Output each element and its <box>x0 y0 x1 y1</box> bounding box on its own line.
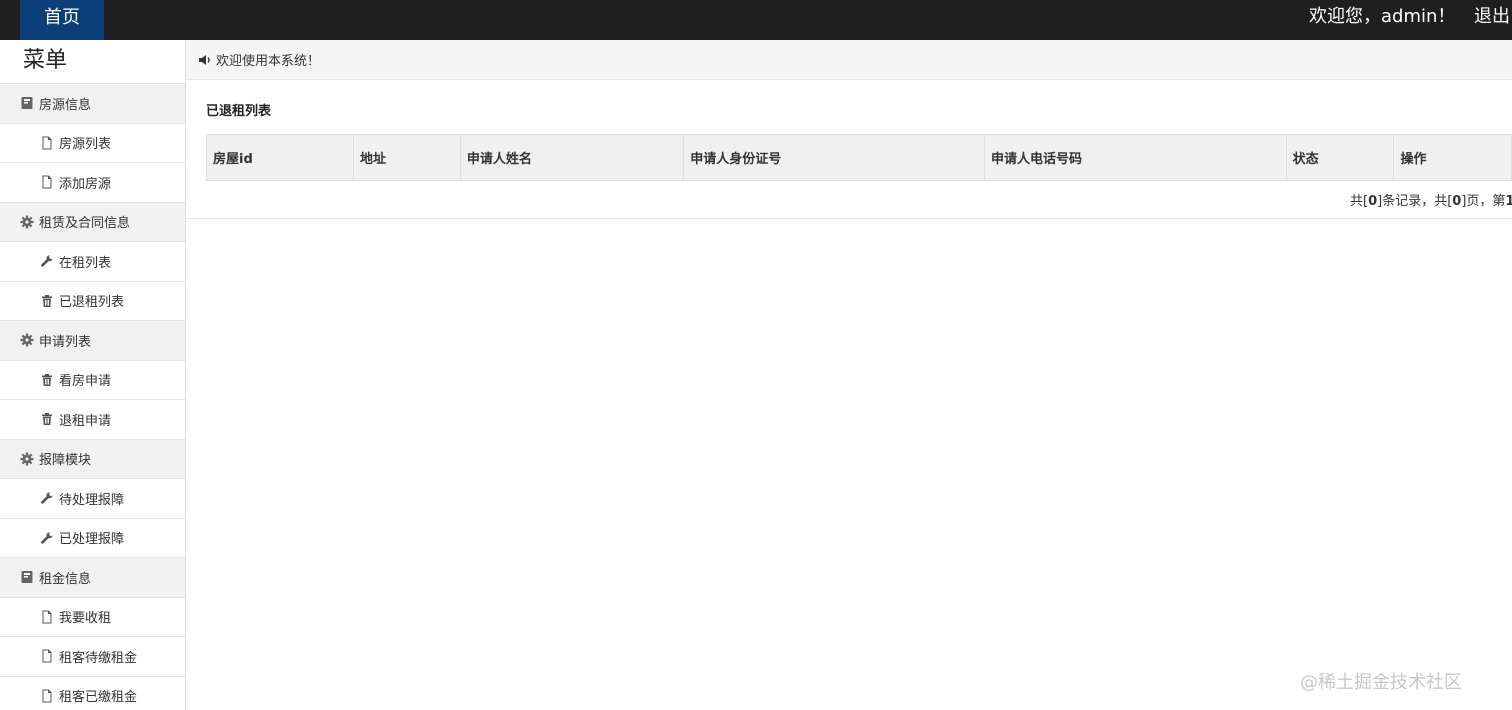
welcome-text: 欢迎您，admin！ <box>1309 6 1456 27</box>
column-header-actions: 操作 <box>1393 134 1512 181</box>
gear-icon <box>20 333 34 347</box>
book-icon <box>20 96 34 110</box>
wrench-icon <box>40 531 54 545</box>
file-icon <box>40 689 54 703</box>
book-icon <box>20 570 34 584</box>
nav-home-tab[interactable]: 首页 <box>20 0 104 40</box>
sidebar-item-11[interactable]: 已处理报障 <box>0 518 185 558</box>
sidebar-title: 菜单 <box>0 40 185 84</box>
sidebar-item-7[interactable]: 看房申请 <box>0 360 185 400</box>
sidebar-item-label: 在租列表 <box>59 255 112 271</box>
column-header-address: 地址 <box>353 134 461 181</box>
sidebar-item-8[interactable]: 退租申请 <box>0 400 185 440</box>
sidebar-item-15[interactable]: 租客已缴租金 <box>0 676 185 710</box>
sidebar-group-0[interactable]: 房源信息 <box>0 84 185 124</box>
trash-icon <box>40 412 54 426</box>
trash-icon <box>40 294 54 308</box>
sidebar-item-label: 租客已缴租金 <box>59 690 138 706</box>
main-content: 欢迎使用本系统！ 已退租列表 房屋id 地址 申请人姓名 申请人身份证号 申请人… <box>186 40 1512 710</box>
sidebar-item-label: 租客待缴租金 <box>59 650 138 666</box>
sidebar-item-label: 报障模块 <box>39 453 92 469</box>
sidebar-group-3[interactable]: 租赁及合同信息 <box>0 202 185 242</box>
speaker-icon <box>198 53 212 67</box>
wrench-icon <box>40 491 54 505</box>
column-header-applicant-name: 申请人姓名 <box>459 134 685 181</box>
gear-icon <box>20 215 34 229</box>
sidebar-group-6[interactable]: 申请列表 <box>0 321 185 361</box>
logout-link[interactable]: 退出 <box>1474 0 1510 40</box>
sidebar: 菜单 房源信息房源列表添加房源租赁及合同信息 在租列表已退租列表申请列表看房申请退… <box>0 40 186 710</box>
sidebar-item-5[interactable]: 已退租列表 <box>0 281 185 321</box>
sidebar-item-label: 看房申请 <box>59 374 112 390</box>
column-header-house-id: 房屋id <box>206 134 354 181</box>
pager-current-page: 1 <box>1505 194 1512 209</box>
sidebar-item-label: 租金信息 <box>39 571 92 587</box>
sidebar-item-label: 租赁及合同信息 <box>39 216 131 232</box>
file-icon <box>40 136 54 150</box>
sidebar-item-13[interactable]: 我要收租 <box>0 597 185 637</box>
sidebar-item-label: 已退租列表 <box>59 295 125 311</box>
sidebar-group-9[interactable]: 报障模块 <box>0 439 185 479</box>
sidebar-item-2[interactable]: 添加房源 <box>0 163 185 203</box>
sidebar-item-4[interactable]: 在租列表 <box>0 242 185 282</box>
wrench-icon <box>40 254 54 268</box>
pager-text-1: ]条记录，共[ <box>1377 194 1453 209</box>
column-header-applicant-phone: 申请人电话号码 <box>983 134 1287 181</box>
pager-record-count: 0 <box>1368 194 1378 209</box>
gear-icon <box>20 452 34 466</box>
notice-text: 欢迎使用本系统！ <box>216 54 321 69</box>
terminated-lease-table: 房屋id 地址 申请人姓名 申请人身份证号 申请人电话号码 状态 操作 <box>206 134 1512 181</box>
file-icon <box>40 175 54 189</box>
panel-title: 已退租列表 <box>206 104 272 119</box>
column-header-applicant-id-number: 申请人身份证号 <box>683 134 985 181</box>
sidebar-item-label: 退租申请 <box>59 413 112 429</box>
sidebar-item-10[interactable]: 待处理报障 <box>0 479 185 519</box>
sidebar-item-label: 申请列表 <box>39 334 92 350</box>
sidebar-item-label: 已处理报障 <box>59 532 125 548</box>
file-icon <box>40 610 54 624</box>
sidebar-group-12[interactable]: 租金信息 <box>0 558 185 598</box>
terminated-lease-panel: 已退租列表 房屋id 地址 申请人姓名 申请人身份证号 申请人电话号码 状态 操… <box>186 80 1512 219</box>
pager-prefix: 共[ <box>1350 194 1369 209</box>
sidebar-item-label: 房源列表 <box>59 137 112 153</box>
pagination-summary: 共[0]条记录，共[0]页，第1 <box>1350 190 1512 209</box>
sidebar-item-label: 待处理报障 <box>59 492 125 508</box>
sidebar-item-label: 添加房源 <box>59 176 112 192</box>
notice-bar: 欢迎使用本系统！ <box>186 40 1512 80</box>
sidebar-item-1[interactable]: 房源列表 <box>0 123 185 163</box>
table-header-row: 房屋id 地址 申请人姓名 申请人身份证号 申请人电话号码 状态 操作 <box>206 134 1512 181</box>
sidebar-item-label: 房源信息 <box>39 97 92 113</box>
pager-text-2: ]页，第 <box>1461 194 1506 209</box>
sidebar-menu: 房源信息房源列表添加房源租赁及合同信息 在租列表已退租列表申请列表看房申请退租申请… <box>0 84 185 710</box>
column-header-status: 状态 <box>1285 134 1395 181</box>
file-icon <box>40 649 54 663</box>
trash-icon <box>40 373 54 387</box>
pager-page-count: 0 <box>1452 194 1462 209</box>
sidebar-item-label: 我要收租 <box>59 611 112 627</box>
sidebar-item-14[interactable]: 租客待缴租金 <box>0 637 185 677</box>
top-navbar: 首页 欢迎您，admin！ 退出 <box>0 0 1512 40</box>
